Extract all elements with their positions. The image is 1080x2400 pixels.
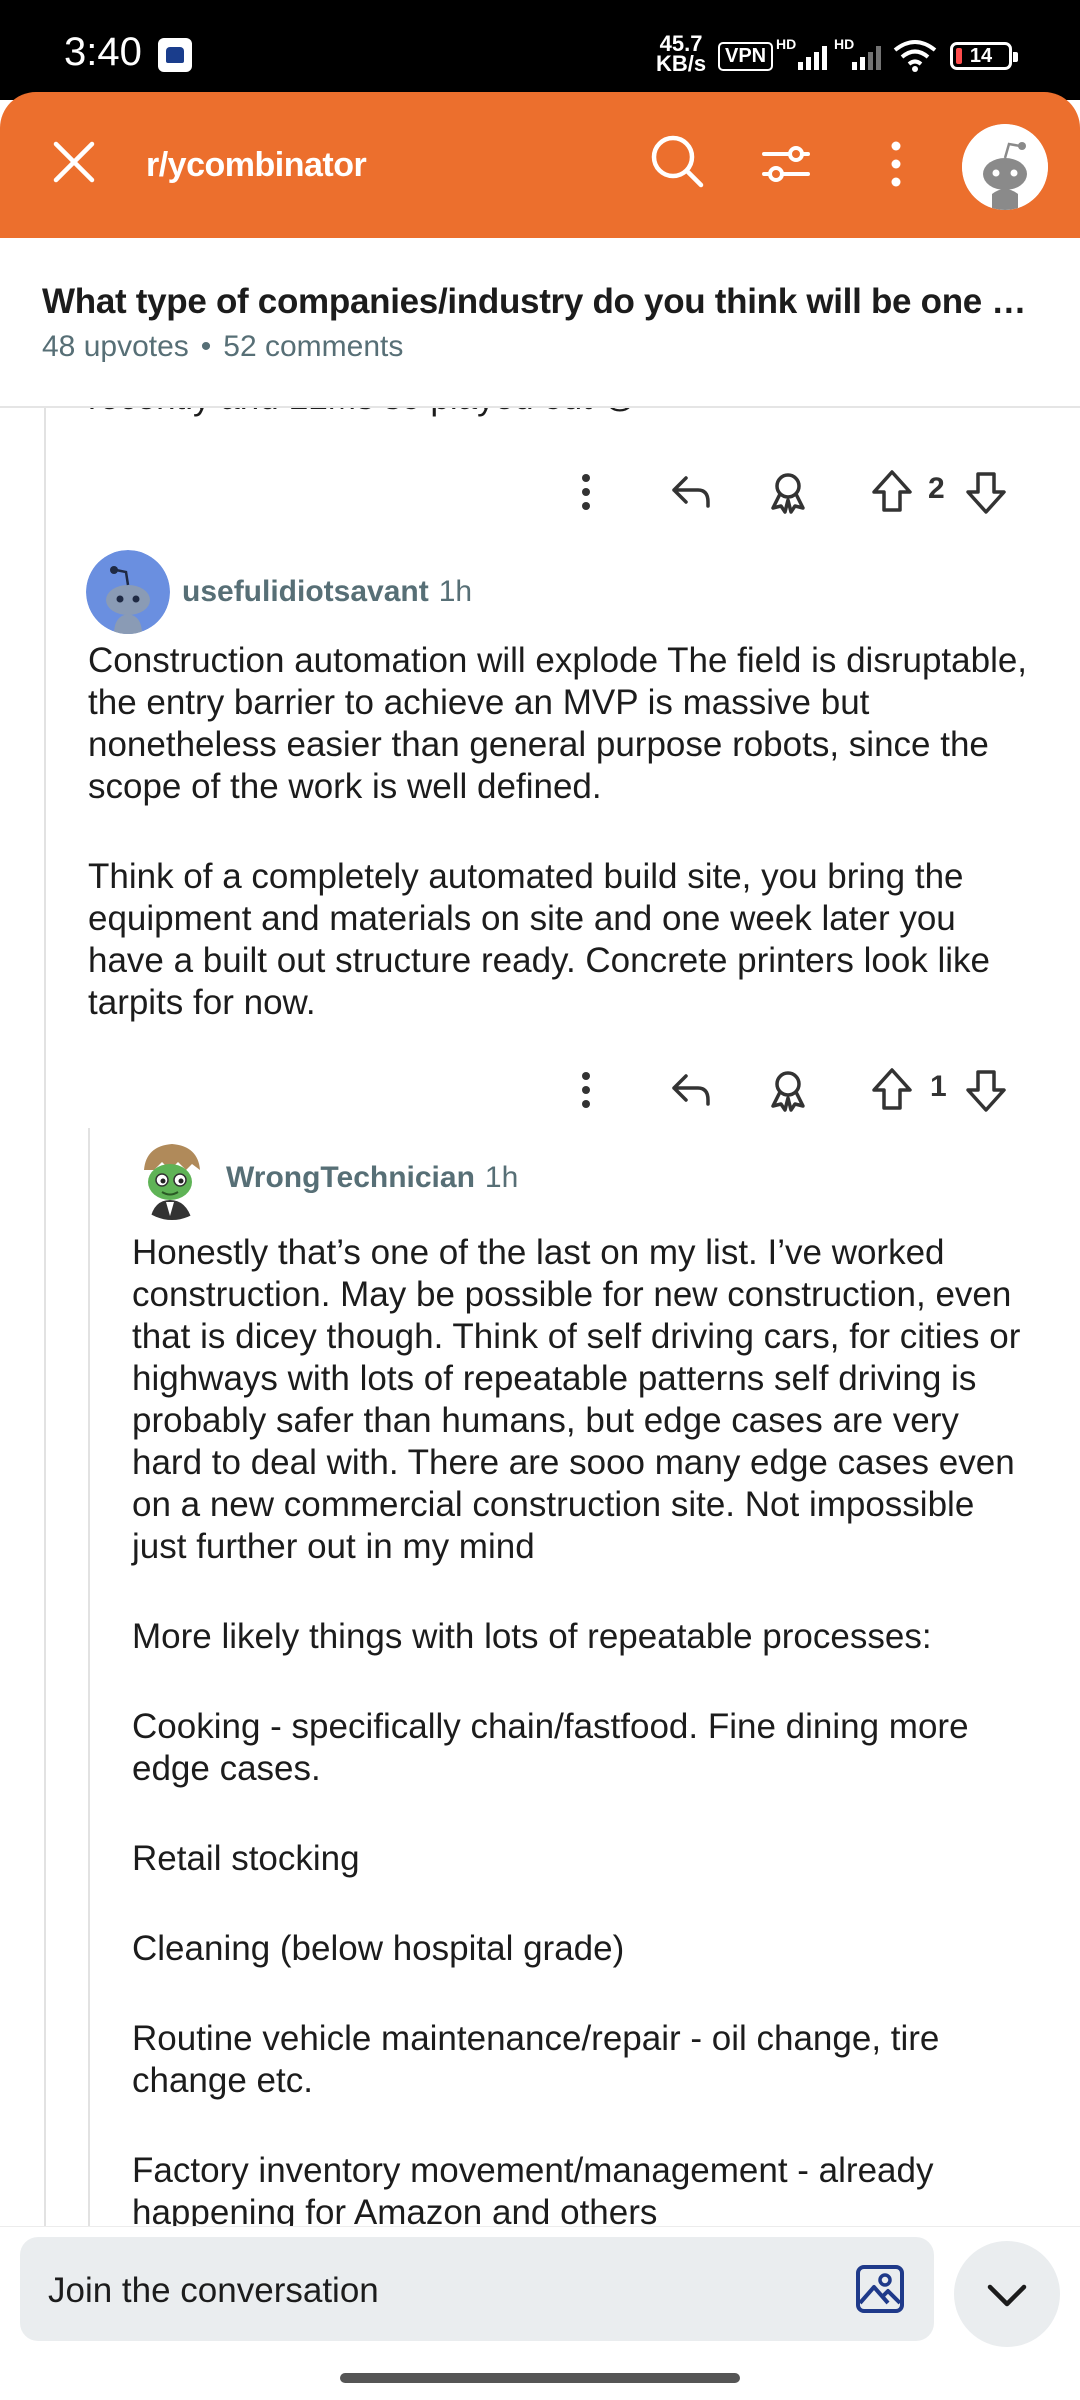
home-indicator[interactable] <box>340 2373 740 2383</box>
comment-paragraph: Think of a completely automated build si… <box>88 857 991 1022</box>
notification-app-icon <box>158 38 192 72</box>
comment-author[interactable]: usefulidiotsavant <box>182 575 429 609</box>
upvote-count: 48 upvotes <box>42 330 189 363</box>
comment-paragraph: Cooking - specifically chain/fastfood. F… <box>132 1707 969 1788</box>
network-speed-unit: KB/s <box>656 51 707 76</box>
comment-paragraph: More likely things with lots of repeatab… <box>132 1617 932 1656</box>
bottom-bar: Join the conversation <box>0 2226 1080 2400</box>
signal-strength-icon <box>798 46 827 70</box>
comment-paragraph: Retail stocking <box>132 1839 360 1878</box>
vpn-icon: VPN <box>718 42 774 71</box>
comment-count: 52 comments <box>223 330 404 363</box>
subreddit-name[interactable]: r/ycombinator <box>146 146 367 185</box>
comment-time: 1h <box>484 1161 519 1194</box>
previous-comment-tail: recently and LLMs so played out 😟 <box>88 408 638 418</box>
award-icon[interactable] <box>760 1062 816 1118</box>
reply-icon[interactable] <box>664 1062 720 1118</box>
character-avatar-icon <box>130 1136 214 1220</box>
more-icon[interactable] <box>558 1062 614 1118</box>
collapse-button[interactable] <box>954 2241 1060 2347</box>
close-icon[interactable] <box>50 138 98 186</box>
avatar[interactable] <box>130 1136 214 1220</box>
user-avatar[interactable] <box>962 124 1048 210</box>
post-header[interactable]: What type of companies/industry do you t… <box>0 238 1080 408</box>
sim1-hd-label: HD <box>776 36 797 52</box>
upvote-icon[interactable] <box>864 1062 920 1118</box>
comment-body: Construction automation will explode The… <box>88 640 1038 1072</box>
award-icon[interactable] <box>760 464 816 520</box>
battery-icon: 14 <box>950 42 1018 70</box>
comment-actions: 2 <box>0 464 1080 524</box>
comment-body: Honestly that’s one of the last on my li… <box>132 1232 1038 2226</box>
battery-level: 14 <box>969 45 993 67</box>
reply-icon[interactable] <box>664 464 720 520</box>
vote-count: 2 <box>928 472 945 505</box>
comment-paragraph: Routine vehicle maintenance/repair - oil… <box>132 2019 940 2100</box>
comment-paragraph: Honestly that’s one of the last on my li… <box>132 1233 1021 1566</box>
comment-header[interactable]: usefulidiotsavant 1h <box>86 550 472 634</box>
upvote-icon[interactable] <box>864 464 920 520</box>
join-conversation-placeholder: Join the conversation <box>48 2271 379 2310</box>
app-bar: r/ycombinator <box>0 92 1080 238</box>
comment-time: 1h <box>438 575 473 608</box>
comment-author[interactable]: WrongTechnician <box>226 1161 475 1195</box>
thread-line[interactable] <box>44 408 46 2226</box>
image-attach-icon[interactable] <box>854 2263 906 2315</box>
meta-separator: • <box>200 330 212 363</box>
downvote-icon[interactable] <box>958 1062 1014 1118</box>
network-speed: 45.7 KB/s <box>656 33 707 76</box>
comment-paragraph: Cleaning (below hospital grade) <box>132 1929 625 1968</box>
post-title[interactable]: What type of companies/industry do you t… <box>42 282 1042 322</box>
chevron-down-icon <box>987 2284 1027 2307</box>
search-icon[interactable] <box>648 132 706 190</box>
avatar[interactable] <box>86 550 170 634</box>
status-time: 3:40 <box>64 30 142 74</box>
more-options-icon[interactable] <box>876 136 916 192</box>
filter-icon[interactable] <box>758 136 814 192</box>
wifi-icon <box>893 40 937 72</box>
post-meta: 48 upvotes • 52 comments <box>42 330 403 364</box>
vote-count: 1 <box>930 1070 947 1103</box>
comment-header[interactable]: WrongTechnician 1h <box>130 1136 518 1220</box>
comment-actions: 1 <box>0 1062 1080 1122</box>
nested-thread-line[interactable] <box>88 1128 90 2226</box>
snoo-avatar-icon <box>962 124 1048 210</box>
snoo-avatar-icon <box>86 550 170 634</box>
downvote-icon[interactable] <box>958 464 1014 520</box>
signal-strength-icon-2 <box>852 46 881 70</box>
more-icon[interactable] <box>558 464 614 520</box>
status-bar: 3:40 45.7 KB/s VPN HD HD 14 <box>0 0 1080 100</box>
comment-paragraph: Factory inventory movement/management - … <box>132 2151 934 2226</box>
join-conversation-input[interactable]: Join the conversation <box>20 2237 934 2341</box>
comments-list[interactable]: recently and LLMs so played out 😟 2 <box>0 408 1080 2226</box>
comment-paragraph: Construction automation will explode The… <box>88 641 1028 806</box>
